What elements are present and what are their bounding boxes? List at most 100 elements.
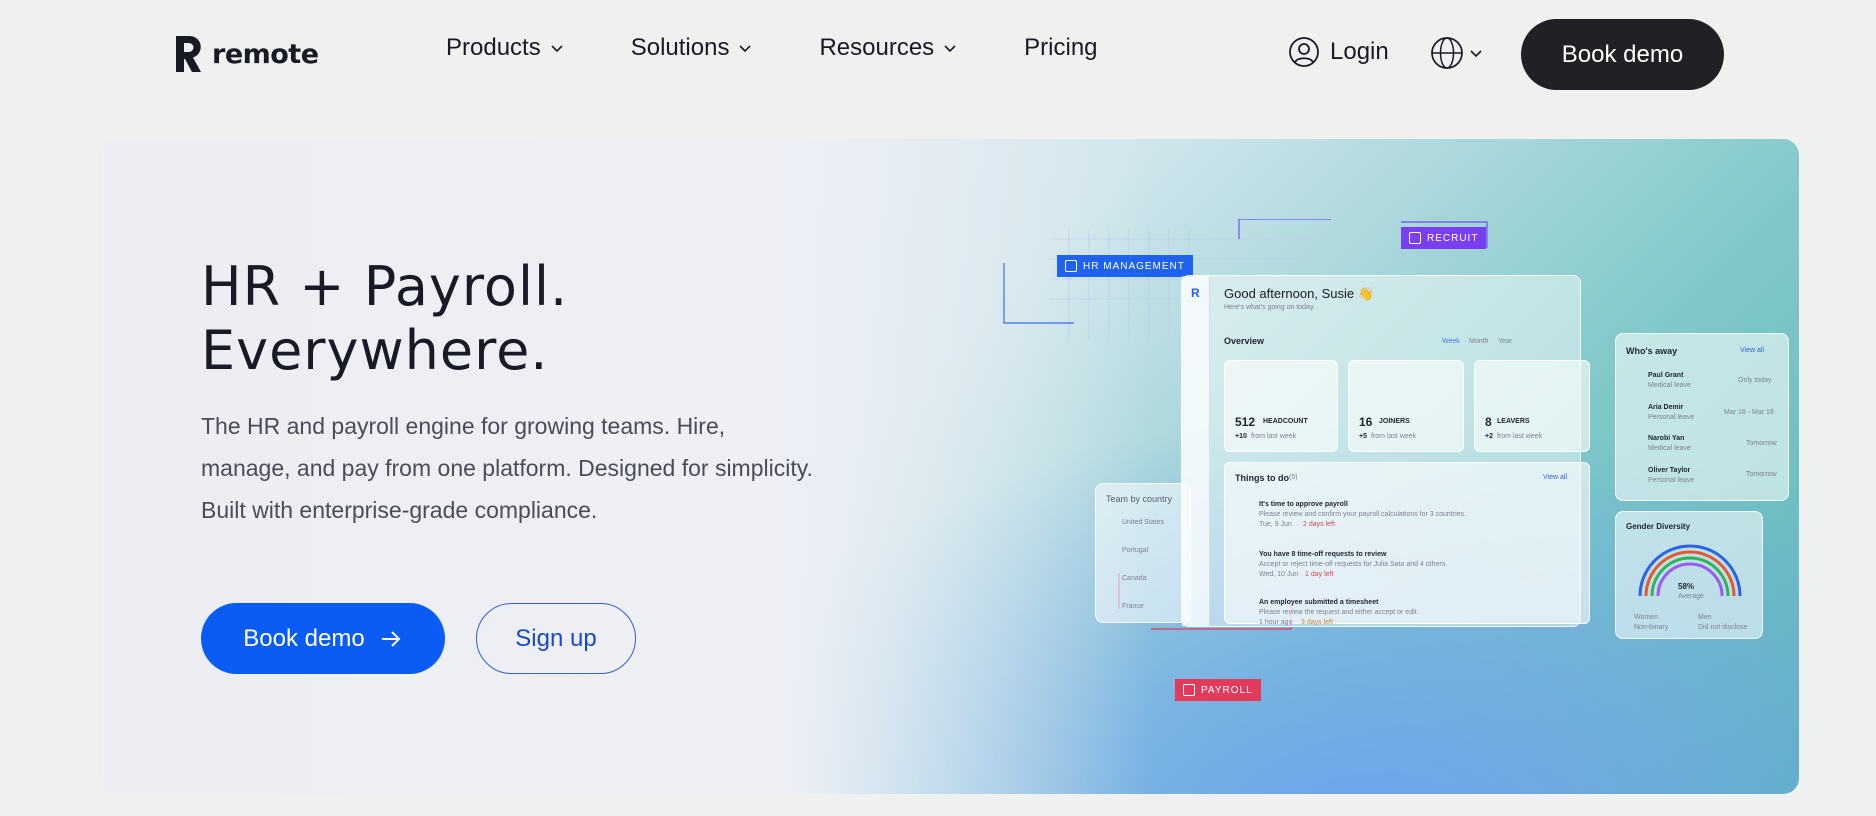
todo-2-title: You have 8 time-off requests to review	[1259, 551, 1387, 558]
country-2: Portugal	[1122, 547, 1149, 554]
stat-headcount-note: from last week	[1251, 433, 1297, 440]
whos-away-card: Who's away View all Paul Grant Medical l…	[1615, 333, 1789, 501]
tag-payroll-label: PAYROLL	[1201, 684, 1253, 696]
nav-products[interactable]: Products	[446, 34, 565, 62]
greeting-sub: Here's what's going on today.	[1224, 304, 1315, 311]
logo-text: remote	[212, 38, 319, 70]
away-1-type: Medical leave	[1648, 382, 1691, 389]
arrow-right-icon	[381, 630, 401, 647]
stat-joiners-card: 16 JOINERS +5 from last week	[1348, 360, 1464, 452]
stat-headcount-delta: +10	[1235, 433, 1247, 440]
stat-joiners-label: JOINERS	[1379, 418, 1410, 425]
todo-1-title: It's time to approve payroll	[1259, 501, 1348, 508]
away-2-when: Mar 16 - Mar 18	[1724, 409, 1774, 416]
login-label: Login	[1330, 38, 1389, 65]
stat-joiners-delta: +5	[1359, 433, 1367, 440]
main-menu: Products Solutions Resources Pricing	[446, 34, 1098, 62]
stat-joiners-value: 16	[1359, 415, 1373, 429]
book-demo-button[interactable]: Book demo	[1521, 19, 1724, 90]
greeting: Good afternoon, Susie 👋	[1224, 286, 1374, 301]
hero-title-line-2: Everywhere.	[201, 319, 549, 382]
overview-title: Overview	[1224, 336, 1265, 346]
nav-resources-label: Resources	[819, 34, 935, 61]
check-icon	[1065, 260, 1077, 272]
stat-headcount-card: 512 HEADCOUNT +10 from last week	[1224, 360, 1338, 452]
tag-hr-management: HR MANAGEMENT	[1057, 255, 1193, 277]
away-title: Who's away	[1626, 346, 1678, 356]
legend-men: Men	[1698, 614, 1712, 621]
stat-headcount-label: HEADCOUNT	[1263, 418, 1308, 425]
user-icon	[1289, 37, 1319, 67]
hero-section: HR + Payroll. Everywhere. The HR and pay…	[99, 139, 1799, 794]
away-3-type: Medical leave	[1648, 445, 1691, 452]
todo-title: Things to do	[1235, 473, 1289, 483]
login-link[interactable]: Login	[1288, 36, 1389, 68]
sidebar-logo-icon: R	[1191, 286, 1200, 300]
away-1-name: Paul Grant	[1648, 372, 1684, 379]
dashboard-illustration: HR MANAGEMENT RECRUIT PAYROLL Team by co…	[949, 219, 1799, 739]
hero-book-demo-button[interactable]: Book demo	[201, 603, 445, 674]
away-4-when: Tomorrow	[1746, 471, 1777, 478]
dashboard-window: R Good afternoon, Susie 👋 Here's what's …	[1181, 275, 1590, 627]
chevron-down-icon	[944, 45, 956, 53]
todo-3-date: 1 hour ago	[1259, 619, 1293, 626]
hero-title-line-1: HR + Payroll.	[201, 255, 569, 318]
nav-solutions[interactable]: Solutions	[631, 34, 754, 62]
country-1: United States	[1122, 519, 1165, 526]
country-4: France	[1122, 603, 1144, 610]
things-to-do-card: Things to do (5) View all It's time to a…	[1224, 462, 1590, 626]
hero-book-demo-label: Book demo	[243, 624, 365, 652]
period-week: Week	[1442, 338, 1460, 345]
legend-not-disclosed: Did not disclose	[1698, 624, 1748, 631]
period-month: Month	[1469, 338, 1489, 345]
away-4-name: Oliver Taylor	[1648, 467, 1691, 474]
todo-2-sub: Accept or reject time-off requests for J…	[1259, 561, 1448, 568]
away-2-type: Personal leave	[1648, 414, 1695, 421]
hero-title: HR + Payroll. Everywhere.	[201, 255, 568, 383]
dashboard-sidebar: R	[1182, 276, 1210, 626]
top-navigation: remote Products Solutions Resources Pric…	[0, 0, 1876, 108]
language-selector[interactable]	[1430, 36, 1484, 70]
stat-leavers-value: 8	[1485, 415, 1492, 429]
period-year: Year	[1498, 338, 1513, 345]
nav-products-label: Products	[446, 34, 541, 61]
tag-recruit-label: RECRUIT	[1427, 232, 1479, 244]
nav-pricing[interactable]: Pricing	[1024, 34, 1097, 62]
away-2-name: Aria Demir	[1648, 404, 1684, 411]
stat-joiners-note: from last week	[1371, 433, 1417, 440]
todo-view-all-link[interactable]: View all	[1543, 474, 1567, 481]
stat-leavers-note: from last week	[1497, 433, 1543, 440]
away-3-name: Narobi Yan	[1648, 435, 1685, 442]
away-4-type: Personal leave	[1648, 477, 1695, 484]
todo-count: (5)	[1289, 474, 1298, 481]
tag-payroll: PAYROLL	[1175, 679, 1261, 701]
hero-description: The HR and payroll engine for growing te…	[201, 413, 813, 523]
nav-solutions-label: Solutions	[630, 34, 730, 61]
tag-hr-label: HR MANAGEMENT	[1083, 260, 1185, 272]
chevron-down-icon	[551, 45, 563, 53]
chevron-down-icon	[1470, 50, 1482, 58]
country-3: Canada	[1122, 575, 1147, 582]
stat-leavers-delta: +2	[1485, 433, 1493, 440]
stat-headcount-value: 512	[1235, 415, 1256, 429]
diversity-title: Gender Diversity	[1626, 522, 1691, 531]
nav-resources[interactable]: Resources	[819, 34, 958, 62]
todo-3-title: An employee submitted a timesheet	[1259, 599, 1379, 606]
away-view-all-link[interactable]: View all	[1740, 347, 1764, 354]
gender-diversity-card: Gender Diversity 58% Average Women Men N…	[1615, 511, 1763, 639]
team-title: Team by country	[1106, 494, 1173, 504]
globe-icon	[1431, 37, 1463, 69]
todo-3-due: 3 days left	[1301, 619, 1333, 626]
remote-logo[interactable]: remote	[172, 32, 319, 76]
check-icon	[1409, 232, 1421, 244]
todo-2-date: Wed, 10 Jun	[1259, 571, 1299, 578]
sign-up-button[interactable]: Sign up	[476, 603, 636, 674]
diversity-value: 58%	[1678, 582, 1695, 591]
diversity-sub: Average	[1678, 593, 1704, 600]
nav-pricing-label: Pricing	[1024, 34, 1098, 61]
stat-leavers-label: LEAVERS	[1497, 418, 1530, 425]
legend-non-binary: Non-binary	[1634, 624, 1669, 631]
stat-leavers-card: 8 LEAVERS +2 from last week	[1474, 360, 1590, 452]
todo-1-sub: Please review and confirm your payroll c…	[1259, 511, 1466, 518]
away-3-when: Tomorrow	[1746, 440, 1777, 447]
